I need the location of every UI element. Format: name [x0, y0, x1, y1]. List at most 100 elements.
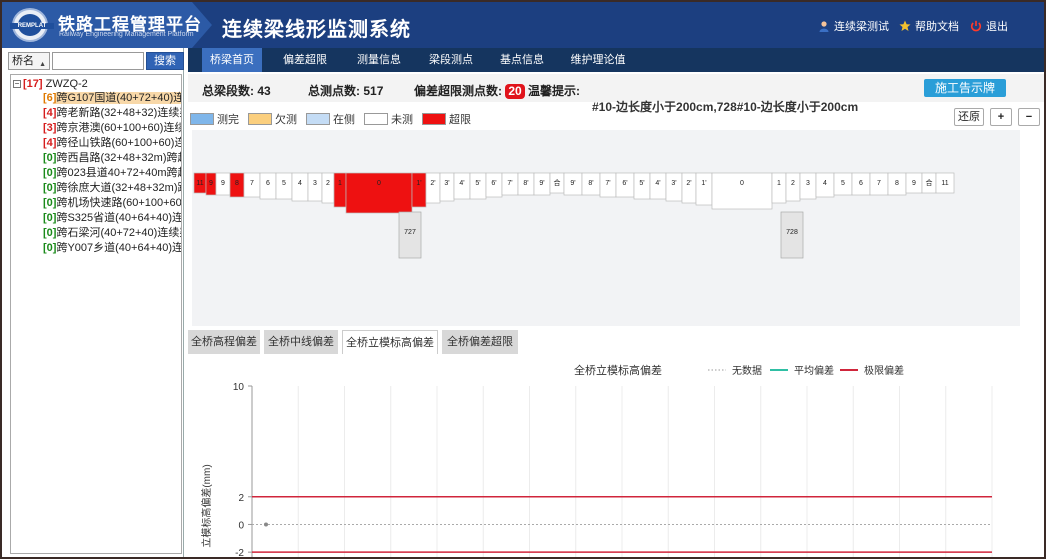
chart-tab[interactable]: 全桥中线偏差	[264, 330, 338, 354]
tree-item-count: [6]	[43, 92, 57, 104]
collapse-icon[interactable]: −	[13, 80, 21, 89]
bridge-segment[interactable]: 2'	[681, 172, 697, 204]
bridge-segment[interactable]: 7	[243, 172, 261, 198]
bridge-segment[interactable]: 合	[549, 172, 565, 194]
tree-item-name: 跨石梁河(40+72+40)连续梁	[56, 227, 181, 239]
segment-label: 8	[235, 180, 239, 187]
bridge-segment[interactable]: 0	[345, 172, 413, 214]
bridge-segment[interactable]: 7'	[501, 172, 519, 196]
bridge-segment[interactable]: 1	[333, 172, 347, 208]
nav-bar: 桥梁首页 偏差超限 测量信息 梁段测点 基点信息 维护理论值	[188, 48, 1044, 72]
bridge-segment[interactable]: 9	[205, 172, 217, 196]
bridge-segment[interactable]: 7'	[599, 172, 617, 198]
bridge-segment[interactable]: 9'	[533, 172, 551, 196]
segment-label: 4'	[459, 180, 464, 187]
bridge-segment[interactable]: 9	[905, 172, 923, 194]
zoom-in-button[interactable]: +	[990, 108, 1012, 126]
bridge-segment[interactable]: 8'	[517, 172, 535, 196]
bridge-segment[interactable]: 7	[869, 172, 889, 196]
chart-legend-item[interactable]: 无数据	[708, 364, 762, 377]
bridge-segment[interactable]: 2'	[425, 172, 441, 204]
chart-tab[interactable]: 全桥高程偏差	[188, 330, 260, 354]
bridge-segment[interactable]: 8'	[581, 172, 601, 196]
pier[interactable]: 727	[398, 211, 422, 259]
bridge-segment[interactable]: 8	[887, 172, 907, 196]
bridge-segment[interactable]: 4'	[453, 172, 471, 200]
bridge-segment[interactable]: 1'	[411, 172, 427, 208]
user-link[interactable]: 连续梁测试	[818, 18, 889, 34]
search-button[interactable]: 搜索	[146, 52, 184, 70]
tree-item-count: [0]	[43, 197, 57, 209]
chart-legend-item[interactable]: 极限偏差	[840, 364, 904, 377]
nav-tab[interactable]: 梁段测点	[420, 48, 482, 72]
tree-item[interactable]: [0]跨西昌路(32+48+32m)跨越	[13, 151, 181, 166]
tree-item[interactable]: [3]跨京港澳(60+100+60)连续	[13, 121, 181, 136]
legend-label: 欠测	[275, 114, 297, 126]
chart-tab[interactable]: 全桥立模标高偏差	[342, 330, 438, 354]
chart-legend-label: 无数据	[732, 364, 762, 377]
restore-button[interactable]: 还原	[954, 108, 984, 126]
help-link[interactable]: 帮助文档	[899, 18, 959, 34]
bridge-segment[interactable]: 8	[229, 172, 245, 198]
bridge-segment[interactable]: 6'	[615, 172, 635, 198]
search-bar: 桥名 ▲ 搜索	[8, 52, 184, 70]
search-input[interactable]	[52, 52, 144, 70]
tree-item[interactable]: [0]跨Y007乡道(40+64+40)连续	[13, 241, 181, 256]
bridge-segment[interactable]: 2	[785, 172, 801, 202]
chart-legend-item[interactable]: 平均偏差	[770, 364, 834, 377]
bridge-segment[interactable]: 9	[215, 172, 231, 196]
bridge-segment[interactable]: 9'	[563, 172, 583, 196]
chart-title: 全桥立模标高偏差	[574, 363, 662, 377]
zoom-out-button[interactable]: −	[1018, 108, 1040, 126]
bridge-segment[interactable]: 4'	[649, 172, 667, 200]
tree-item[interactable]: [0]跨023县道40+72+40m跨越	[13, 166, 181, 181]
bridge-segment[interactable]: 11	[935, 172, 955, 194]
tree-item[interactable]: [0]跨S325省道(40+64+40)连续	[13, 211, 181, 226]
bridge-segment[interactable]: 3	[307, 172, 323, 202]
bridge-segment[interactable]: 4	[291, 172, 309, 202]
bridge-segment[interactable]: 5'	[469, 172, 487, 200]
segment-label: 1	[338, 180, 342, 187]
pier-label: 728	[786, 229, 798, 236]
legend-label: 在侧	[333, 114, 355, 126]
segment-label: 合	[554, 178, 561, 187]
tree-item[interactable]: [0]跨徐庶大道(32+48+32m)跨	[13, 181, 181, 196]
bridge-select[interactable]: 桥名 ▲	[8, 52, 50, 70]
bridge-segment[interactable]: 1	[771, 172, 787, 204]
legend-item: 在侧	[306, 111, 355, 127]
chart-tab[interactable]: 全桥偏差超限	[442, 330, 518, 354]
bridge-segment[interactable]: 6	[851, 172, 871, 196]
logout-link[interactable]: 退出	[970, 18, 1008, 34]
tree-root[interactable]: − [17] ZWZQ-2	[13, 77, 181, 91]
bridge-segment[interactable]: 1'	[695, 172, 713, 206]
bridge-segment[interactable]: 0	[711, 172, 773, 210]
tree-item[interactable]: [0]跨机场快速路(60+100+60)	[13, 196, 181, 211]
tree-item[interactable]: [4]跨径山铁路(60+100+60)连	[13, 136, 181, 151]
bridge-segment[interactable]: 5	[833, 172, 853, 196]
bridge-segment[interactable]: 5'	[633, 172, 651, 200]
segment-label: 2	[326, 180, 330, 187]
bridge-segment[interactable]: 合	[921, 172, 937, 194]
overflow-label: 偏差超限测点数:	[414, 84, 502, 98]
bridge-segment[interactable]: 3	[799, 172, 817, 200]
bridge-segment[interactable]: 3'	[439, 172, 455, 202]
tree-item-name: 跨径山铁路(60+100+60)连	[56, 137, 181, 149]
tree-item[interactable]: [6]跨G107国道(40+72+40)连	[13, 91, 181, 106]
bridge-segment[interactable]: 6'	[485, 172, 503, 198]
nav-tab[interactable]: 偏差超限	[272, 48, 338, 72]
nav-tab[interactable]: 测量信息	[348, 48, 410, 72]
nav-tab[interactable]: 基点信息	[492, 48, 552, 72]
notice-board-button[interactable]: 施工告示牌	[924, 79, 1006, 97]
bridge-segment[interactable]: 4	[815, 172, 835, 198]
bridge-segment[interactable]: 11	[193, 172, 207, 194]
bridge-segment[interactable]: 2	[321, 172, 335, 204]
tree-item-count: [3]	[43, 122, 57, 134]
nav-tab[interactable]: 维护理论值	[562, 48, 634, 72]
bridge-segment[interactable]: 3'	[665, 172, 683, 202]
pier[interactable]: 728	[780, 211, 804, 259]
bridge-segment[interactable]: 6	[259, 172, 277, 200]
tree-item[interactable]: [4]跨老新路(32+48+32)连续梁	[13, 106, 181, 121]
bridge-segment[interactable]: 5	[275, 172, 293, 200]
tree-item[interactable]: [0]跨石梁河(40+72+40)连续梁	[13, 226, 181, 241]
nav-tab[interactable]: 桥梁首页	[202, 48, 262, 72]
